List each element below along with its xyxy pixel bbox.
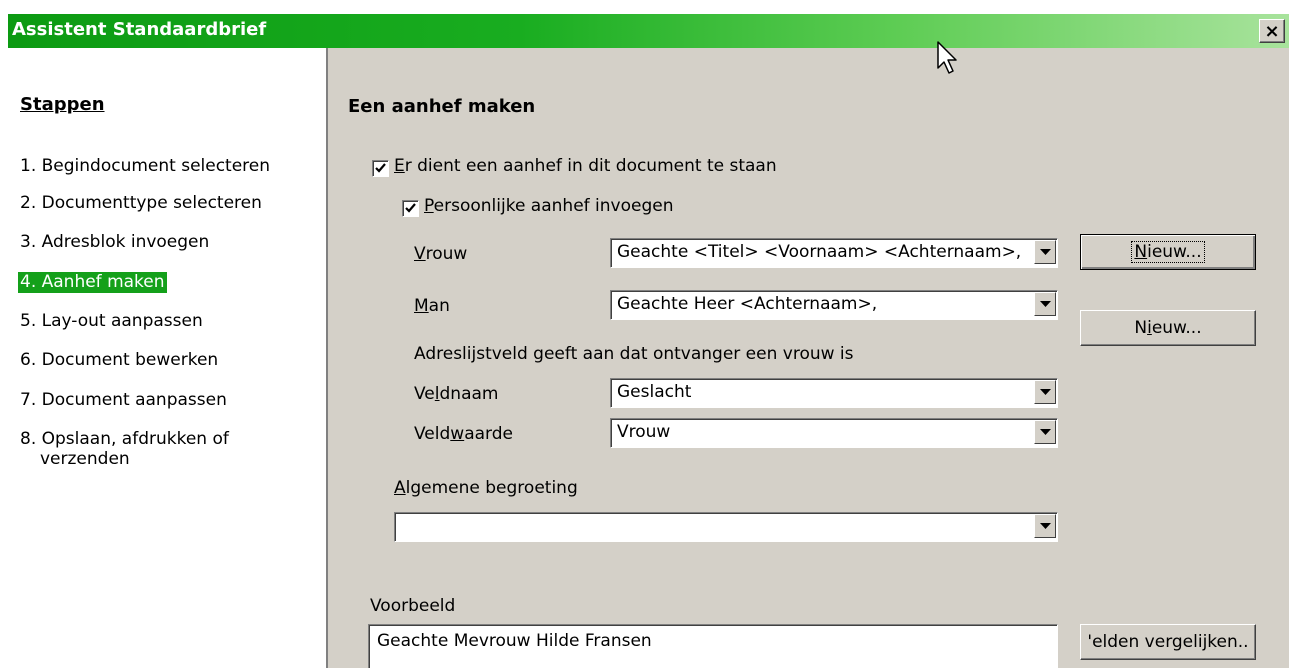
compare-fields-button[interactable]: 'elden vergelijken.. [1080,624,1256,660]
address-field-note: Adreslijstveld geeft aan dat ontvanger e… [414,344,854,364]
salutation-checkbox-label[interactable]: Er dient een aanhef in dit document te s… [394,156,777,176]
field-value-label: Veldwaarde [414,424,513,444]
chevron-down-icon[interactable] [1034,380,1056,404]
window-title: Assistent Standaardbrief [12,19,267,40]
step-5[interactable]: 5. Lay-out aanpassen [20,311,203,332]
checkmark-icon [405,203,416,213]
chevron-down-icon[interactable] [1034,240,1056,264]
title-bar[interactable]: Assistent Standaardbrief × [8,14,1289,48]
male-new-button[interactable]: Ni euw... [1080,310,1256,346]
step-6[interactable]: 6. Document bewerken [20,350,218,371]
checkmark-icon [375,163,386,173]
preview-text: Geachte Mevrouw Hilde Fransen [377,631,652,651]
close-button[interactable]: × [1259,19,1285,43]
step-2[interactable]: 2. Documenttype selecteren [20,193,262,214]
personal-salutation-checkbox[interactable] [402,200,419,217]
steps-panel: Stappen 1. Begindocument selecteren 2. D… [8,48,328,668]
step-8-continued[interactable]: verzenden [40,449,130,470]
steps-title: Stappen [20,94,105,115]
salutation-checkbox[interactable] [372,160,389,177]
preview-label: Voorbeeld [370,596,456,616]
field-name-label: Veldnaam [414,384,499,404]
field-name-select[interactable]: Geslacht [610,378,1058,408]
step-8[interactable]: 8. Opslaan, afdrukken of [20,429,229,450]
general-greeting-label: Algemene begroeting [394,478,578,498]
field-value-select[interactable]: Vrouw [610,418,1058,448]
page-heading: Een aanhef maken [348,96,536,117]
step-4[interactable]: 4. Aanhef maken [18,272,167,293]
male-salutation-select[interactable]: Geachte Heer <Achternaam>, [610,290,1058,320]
chevron-down-icon[interactable] [1034,514,1056,538]
close-icon: × [1264,20,1280,42]
step-3[interactable]: 3. Adresblok invoegen [20,232,209,253]
chevron-down-icon[interactable] [1034,292,1056,316]
step-7[interactable]: 7. Document aanpassen [20,390,227,411]
personal-salutation-label[interactable]: Persoonlijke aanhef invoegen [424,196,673,216]
preview-box: Geachte Mevrouw Hilde Fransen [368,624,1058,668]
content-panel: Een aanhef maken Er dient een aanhef in … [328,48,1289,668]
wizard-window: Assistent Standaardbrief × Stappen 1. Be… [8,14,1289,668]
female-salutation-select[interactable]: Geachte <Titel> <Voornaam> <Achternaam>, [610,238,1058,268]
chevron-down-icon[interactable] [1034,420,1056,444]
female-new-button[interactable]: Nieuw... [1080,234,1256,270]
step-1[interactable]: 1. Begindocument selecteren [20,156,270,177]
general-greeting-select[interactable] [394,512,1058,542]
female-label: Vrouw [414,244,468,264]
male-label: Man [414,296,450,316]
